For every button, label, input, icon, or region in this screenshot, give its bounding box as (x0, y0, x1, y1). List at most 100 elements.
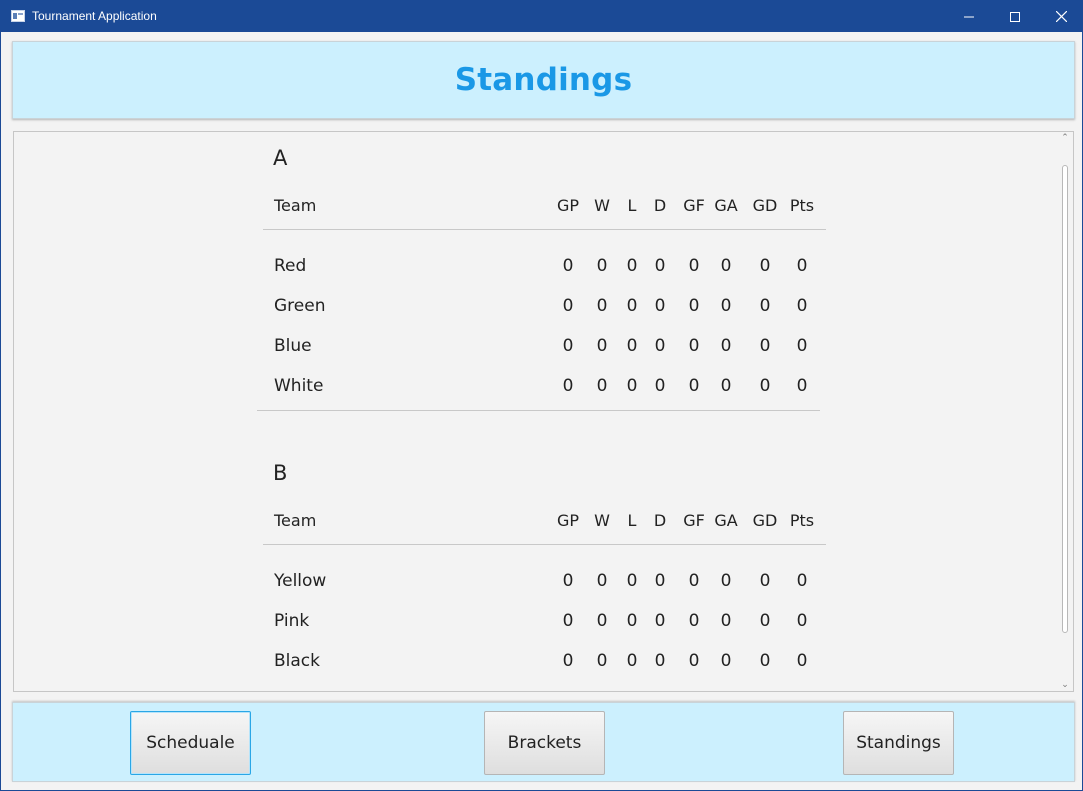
stat-gd: 0 (759, 571, 771, 591)
maximize-icon (1010, 11, 1020, 22)
title-bar[interactable]: Tournament Application (1, 1, 1082, 32)
stat-w: 0 (596, 336, 608, 356)
stat-l: 0 (626, 611, 638, 631)
column-header-gd: GD (752, 196, 778, 215)
scrollbar-thumb[interactable] (1062, 165, 1068, 633)
minimize-button[interactable] (946, 1, 992, 32)
stat-gp: 0 (562, 256, 574, 276)
stat-ga: 0 (720, 651, 732, 671)
team-name: Red (274, 256, 307, 276)
brackets-button[interactable]: Brackets (484, 711, 605, 775)
team-name: Black (274, 651, 320, 671)
close-icon (1055, 11, 1067, 22)
stat-gp: 0 (562, 376, 574, 396)
team-name: Green (274, 296, 326, 316)
stat-w: 0 (596, 376, 608, 396)
scroll-up-icon[interactable]: ⌃ (1061, 134, 1069, 143)
table-row: Red 0 0 0 0 0 0 0 0 (257, 256, 827, 280)
column-header-team: Team (274, 511, 317, 530)
column-header-l: L (627, 511, 637, 530)
column-header-gd: GD (752, 511, 778, 530)
stat-gf: 0 (688, 571, 700, 591)
stat-gd: 0 (759, 376, 771, 396)
stat-ga: 0 (720, 376, 732, 396)
table-header-row: Team GP W L D GF GA GD Pts (257, 196, 827, 220)
stat-d: 0 (654, 296, 666, 316)
stat-pts: 0 (796, 256, 808, 276)
header-panel: Standings (12, 41, 1075, 119)
minimize-icon (964, 16, 974, 17)
stat-l: 0 (626, 376, 638, 396)
stat-gd: 0 (759, 651, 771, 671)
stat-gf: 0 (688, 651, 700, 671)
table-row: Yellow 0 0 0 0 0 0 0 0 (257, 571, 827, 595)
standings-button[interactable]: Standings (843, 711, 954, 775)
close-button[interactable] (1038, 1, 1083, 32)
stat-ga: 0 (720, 571, 732, 591)
stat-w: 0 (596, 571, 608, 591)
stat-gf: 0 (688, 336, 700, 356)
stat-ga: 0 (720, 256, 732, 276)
stat-d: 0 (654, 336, 666, 356)
column-header-gp: GP (556, 196, 580, 215)
table-header-row: Team GP W L D GF GA GD Pts (257, 511, 827, 535)
table-row: Black 0 0 0 0 0 0 0 0 (257, 651, 827, 675)
stat-pts: 0 (796, 296, 808, 316)
stat-gp: 0 (562, 296, 574, 316)
stat-gf: 0 (688, 376, 700, 396)
stat-ga: 0 (720, 611, 732, 631)
stat-w: 0 (596, 651, 608, 671)
column-header-w: W (594, 511, 610, 530)
stat-l: 0 (626, 296, 638, 316)
stat-d: 0 (654, 571, 666, 591)
app-window: Tournament Application Standings A Team … (0, 0, 1083, 791)
standings-scroll-area[interactable]: A Team GP W L D GF GA GD Pts Red 0 0 0 0… (13, 131, 1074, 692)
vertical-scrollbar[interactable]: ⌃ ⌄ (1057, 132, 1073, 691)
header-divider (263, 544, 826, 545)
group-name: B (273, 461, 288, 485)
app-icon (11, 10, 25, 22)
column-header-l: L (627, 196, 637, 215)
table-row: White 0 0 0 0 0 0 0 0 (257, 376, 827, 400)
table-row: Blue 0 0 0 0 0 0 0 0 (257, 336, 827, 360)
column-header-ga: GA (714, 196, 738, 215)
column-header-ga: GA (714, 511, 738, 530)
stat-ga: 0 (720, 296, 732, 316)
stat-d: 0 (654, 651, 666, 671)
stat-pts: 0 (796, 376, 808, 396)
stat-w: 0 (596, 296, 608, 316)
team-name: Yellow (274, 571, 327, 591)
header-divider (263, 229, 826, 230)
column-header-d: D (653, 196, 667, 215)
stat-gp: 0 (562, 571, 574, 591)
column-header-d: D (653, 511, 667, 530)
team-name: Blue (274, 336, 312, 356)
stat-pts: 0 (796, 336, 808, 356)
stat-l: 0 (626, 651, 638, 671)
stat-gd: 0 (759, 611, 771, 631)
stat-w: 0 (596, 611, 608, 631)
stat-l: 0 (626, 571, 638, 591)
column-header-gf: GF (683, 196, 705, 215)
stat-ga: 0 (720, 336, 732, 356)
stat-pts: 0 (796, 651, 808, 671)
group-name: A (273, 146, 288, 170)
stat-d: 0 (654, 376, 666, 396)
scroll-down-icon[interactable]: ⌄ (1061, 681, 1069, 690)
maximize-button[interactable] (992, 1, 1038, 32)
stat-pts: 0 (796, 571, 808, 591)
stat-l: 0 (626, 256, 638, 276)
stat-gp: 0 (562, 336, 574, 356)
window-title: Tournament Application (32, 9, 157, 23)
table-bottom-divider (257, 410, 820, 411)
schedule-button[interactable]: Scheduale (130, 711, 251, 775)
stat-d: 0 (654, 611, 666, 631)
page-title: Standings (454, 62, 633, 98)
stat-gf: 0 (688, 611, 700, 631)
stat-gd: 0 (759, 296, 771, 316)
bottom-nav-panel: Scheduale Brackets Standings (12, 702, 1075, 782)
stat-w: 0 (596, 256, 608, 276)
column-header-gf: GF (683, 511, 705, 530)
team-name: Pink (274, 611, 310, 631)
column-header-pts: Pts (789, 196, 815, 215)
